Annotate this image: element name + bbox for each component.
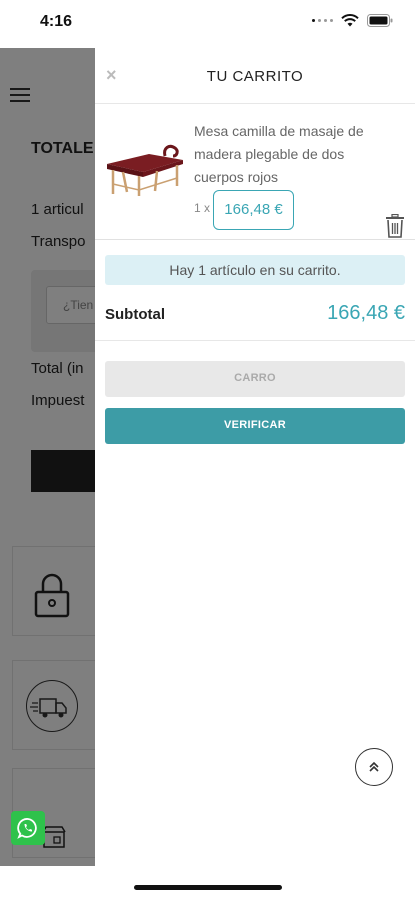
drawer-title: TU CARRITO [206, 68, 304, 85]
cart-info-banner: Hay 1 artículo en su carrito. [105, 255, 405, 285]
signal-icon [312, 19, 333, 22]
product-name[interactable]: Mesa camilla de masaje de madera plegabl… [194, 120, 374, 189]
status-bar: 4:16 [0, 0, 415, 48]
cart-item: Mesa camilla de masaje de madera plegabl… [95, 104, 415, 240]
trash-icon[interactable] [385, 214, 405, 238]
scroll-to-top-button[interactable] [355, 748, 393, 786]
subtotal-value: 166,48 € [327, 302, 405, 324]
battery-icon [367, 14, 393, 27]
home-indicator [134, 885, 282, 890]
item-price: 166,48 € [213, 190, 294, 230]
checkout-button[interactable]: VERIFICAR [105, 408, 405, 444]
cart-drawer: × TU CARRITO Mesa camilla de masaje de m… [95, 48, 415, 866]
quantity-label: 1 x [194, 201, 211, 215]
whatsapp-button[interactable] [11, 811, 45, 845]
drawer-header: × TU CARRITO [95, 48, 415, 104]
subtotal-label: Subtotal [105, 306, 165, 323]
status-icons [312, 14, 393, 27]
whatsapp-icon [17, 818, 37, 839]
divider [95, 340, 415, 341]
product-image[interactable] [103, 134, 187, 198]
wifi-icon [341, 14, 359, 27]
double-chevron-up-icon [369, 761, 379, 772]
status-time: 4:16 [40, 13, 73, 30]
view-cart-button[interactable]: CARRO [105, 361, 405, 397]
